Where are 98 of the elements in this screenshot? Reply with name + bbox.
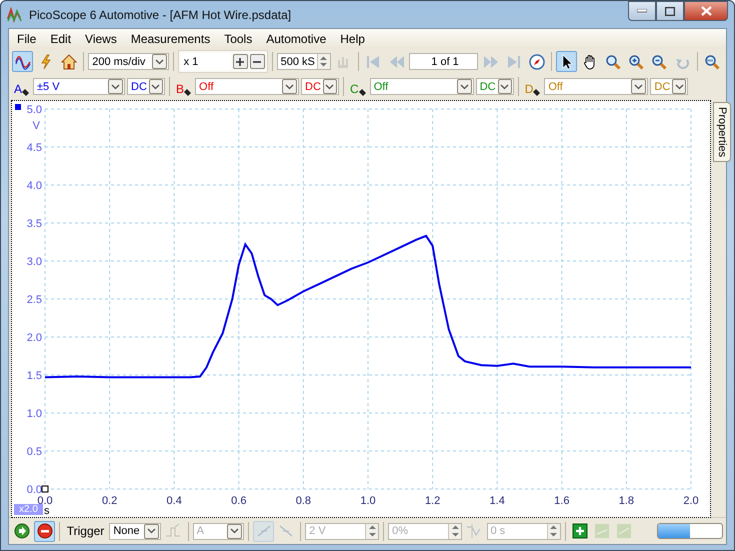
dropdown[interactable]: None xyxy=(109,522,162,540)
range-dropdown[interactable]: Off xyxy=(195,78,300,95)
caret-icon xyxy=(285,84,294,90)
x-tick-label: 0.8 xyxy=(296,495,312,507)
y-tick-label: 2.0 xyxy=(26,332,42,344)
trigger-label: Trigger xyxy=(66,524,106,538)
menu-item[interactable]: Edit xyxy=(44,32,78,46)
caret-icon xyxy=(325,84,334,90)
x-tick-label: 1.4 xyxy=(490,495,505,507)
coupling-dropdown[interactable]: DC xyxy=(301,78,340,95)
minus-button[interactable] xyxy=(250,54,265,69)
x-tick-label: 2.0 xyxy=(683,495,699,507)
plus-icon xyxy=(572,523,588,539)
range-dropdown[interactable]: ±5 V xyxy=(33,78,126,95)
caret-icon xyxy=(460,84,469,90)
rewind-icon xyxy=(388,54,405,70)
zoom-area-icon xyxy=(605,54,622,70)
range-dropdown[interactable]: Off xyxy=(370,78,474,95)
menu-item[interactable]: Tools xyxy=(218,32,258,46)
x-tick-label: 0.2 xyxy=(102,495,118,507)
channel-button[interactable]: B xyxy=(174,77,194,96)
zoom-in-icon xyxy=(628,54,644,70)
menu-item[interactable]: Measurements xyxy=(124,32,216,46)
x-tick-label: 0.6 xyxy=(231,495,246,507)
y-tick-label: 0.0 xyxy=(26,484,42,496)
plus-button[interactable] xyxy=(232,54,248,69)
start-button[interactable] xyxy=(12,520,32,542)
window-title: PicoScope 6 Automotive - [AFM Hot Wire.psdata] xyxy=(29,8,292,22)
maximize-icon xyxy=(665,6,675,16)
properties-tab[interactable]: Properties xyxy=(713,102,731,162)
caret-icon xyxy=(147,528,156,534)
menu-item[interactable]: Views xyxy=(79,32,123,46)
zoom-badge: x2.0 xyxy=(14,504,43,515)
probe-icon xyxy=(184,89,192,96)
y-tick-label: 4.5 xyxy=(26,142,42,154)
coupling-dropdown[interactable]: DC xyxy=(476,78,514,95)
x-tick-label: 0.4 xyxy=(166,495,182,507)
menu-item[interactable]: File xyxy=(11,32,42,46)
y-unit-label: V xyxy=(32,120,40,132)
zoom-fit-icon xyxy=(704,54,720,70)
x-tick-label: 1.2 xyxy=(424,495,440,507)
y-tick-label: 1.5 xyxy=(26,370,42,382)
caret-icon xyxy=(634,84,644,90)
sine-wave-icon xyxy=(14,54,31,70)
stop-icon xyxy=(36,523,53,539)
y-tick-label: 2.5 xyxy=(26,294,42,306)
minimize-icon xyxy=(637,9,647,13)
minimize-button[interactable] xyxy=(628,1,656,21)
play-icon xyxy=(14,523,30,539)
spinner-field[interactable]: 500 kS xyxy=(276,53,331,70)
falling-edge-icon xyxy=(278,523,294,539)
caret-icon xyxy=(154,58,164,64)
close-button[interactable] xyxy=(684,1,728,21)
channel-button[interactable]: A xyxy=(12,77,32,96)
x-tick-label: 1.6 xyxy=(554,495,570,507)
menu-item[interactable]: Help xyxy=(334,32,371,46)
x-tick-label: 1.0 xyxy=(360,495,376,507)
plus-icon xyxy=(236,58,244,66)
x-unit-label: s xyxy=(44,505,50,517)
x-tick-label: 1.8 xyxy=(618,495,634,507)
down-arrow-icon[interactable] xyxy=(320,63,328,68)
dropdown[interactable]: 200 ms/div xyxy=(88,53,169,70)
home-icon xyxy=(60,54,77,70)
caret-icon xyxy=(500,84,510,90)
menu-item[interactable]: Automotive xyxy=(260,32,332,46)
app-logo-icon xyxy=(7,6,23,22)
page-field[interactable]: 1 of 1 xyxy=(409,53,478,70)
coupling-dropdown[interactable]: DC xyxy=(127,78,166,95)
caret-icon xyxy=(230,528,240,534)
rising-edge-icon xyxy=(256,523,272,539)
stop-button[interactable] xyxy=(34,520,55,542)
pointer-button[interactable] xyxy=(556,51,578,72)
probe-icon xyxy=(533,89,540,96)
y-tick-label: 5.0 xyxy=(26,104,42,116)
y-tick-label: 3.5 xyxy=(26,218,42,230)
pulse-icon xyxy=(165,523,182,539)
up-arrow-icon[interactable] xyxy=(320,56,328,60)
caret-icon xyxy=(111,84,120,90)
maximize-button[interactable] xyxy=(656,1,684,21)
probe-icon xyxy=(358,89,366,96)
caret-icon xyxy=(674,84,684,90)
caret-icon xyxy=(151,84,160,90)
curve-icon xyxy=(466,523,482,539)
x-tick-label: 0.0 xyxy=(37,495,53,507)
zoom-field[interactable]: x 1 xyxy=(180,53,231,70)
y-tick-label: 1.0 xyxy=(26,408,42,420)
origin-marker xyxy=(42,486,48,492)
probe-icon xyxy=(22,89,30,96)
compass-icon xyxy=(528,54,545,70)
skip-last-icon xyxy=(506,54,522,70)
y-tick-label: 4.0 xyxy=(26,180,42,192)
y-tick-label: 0.5 xyxy=(26,446,42,458)
skip-first-icon xyxy=(365,54,382,70)
y-tick-label: 3.0 xyxy=(26,256,42,268)
close-icon xyxy=(700,6,712,16)
scope-mode-button[interactable] xyxy=(12,51,34,72)
zoom-out-icon xyxy=(651,54,668,70)
fast-forward-icon xyxy=(482,54,499,70)
